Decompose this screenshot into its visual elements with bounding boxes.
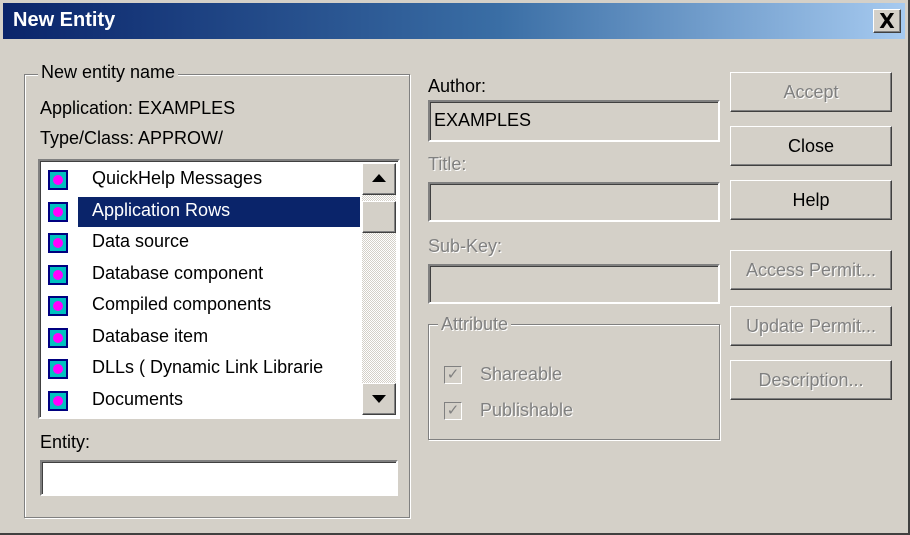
close-window-button[interactable]: X bbox=[873, 9, 901, 33]
list-item-label: Data source bbox=[92, 231, 190, 251]
access-permit-button[interactable]: Access Permit... bbox=[730, 250, 892, 290]
list-item[interactable]: QuickHelp Messages bbox=[44, 165, 360, 195]
shareable-label: Shareable bbox=[480, 364, 563, 384]
title-field[interactable] bbox=[428, 182, 720, 222]
window-title: New Entity bbox=[13, 9, 116, 31]
entity-type-icon bbox=[48, 170, 68, 190]
entity-type-icon bbox=[48, 327, 68, 348]
entity-input[interactable] bbox=[40, 460, 398, 496]
author-field-value: EXAMPLES bbox=[434, 110, 532, 130]
list-item[interactable]: Compiled components bbox=[44, 291, 360, 321]
title-bar[interactable]: New Entity X bbox=[3, 3, 905, 39]
list-item-label: QuickHelp Messages bbox=[92, 168, 263, 188]
list-item-label: Compiled components bbox=[92, 294, 272, 314]
description-button[interactable]: Description... bbox=[730, 360, 892, 400]
list-item[interactable]: Documents bbox=[44, 386, 360, 416]
list-item[interactable]: Database item bbox=[44, 323, 360, 353]
application-info: Application: EXAMPLES bbox=[40, 98, 236, 118]
new-entity-name-legend: New entity name bbox=[38, 62, 179, 83]
list-item-label: Documents bbox=[92, 388, 184, 409]
scroll-up-button[interactable] bbox=[362, 163, 396, 195]
arrow-down-icon bbox=[372, 395, 386, 403]
list-item[interactable]: DLLs ( Dynamic Link Librarie bbox=[44, 354, 360, 384]
entity-type-icon bbox=[48, 233, 68, 253]
help-button[interactable]: Help bbox=[730, 180, 892, 220]
shareable-checkbox[interactable]: ✓ bbox=[444, 366, 462, 384]
scroll-thumb[interactable] bbox=[362, 201, 396, 233]
accept-button[interactable]: Accept bbox=[730, 72, 892, 112]
entity-type-list[interactable]: QuickHelp Messages Application Rows Data s… bbox=[38, 159, 400, 419]
list-scrollbar[interactable] bbox=[362, 163, 396, 415]
list-item-label: Database component bbox=[92, 262, 264, 283]
entity-type-icon bbox=[48, 264, 68, 285]
list-item[interactable]: Data source bbox=[44, 228, 360, 258]
entity-label: Entity: bbox=[40, 432, 91, 452]
publishable-label: Publishable bbox=[480, 400, 574, 420]
list-item[interactable]: Application Rows bbox=[44, 196, 360, 227]
author-field: EXAMPLES bbox=[428, 100, 720, 142]
list-item-label: DLLs ( Dynamic Link Librarie bbox=[92, 357, 324, 377]
title-label: Title: bbox=[428, 154, 467, 174]
attribute-legend: Attribute bbox=[438, 314, 512, 335]
arrow-up-icon bbox=[372, 174, 386, 182]
close-button[interactable]: Close bbox=[730, 126, 892, 166]
publishable-checkbox[interactable]: ✓ bbox=[444, 402, 462, 420]
type-class-info: Type/Class: APPROW/ bbox=[40, 128, 224, 148]
subkey-label: Sub-Key: bbox=[428, 236, 503, 256]
entity-type-icon bbox=[48, 296, 68, 316]
entity-type-icon bbox=[48, 390, 68, 411]
new-entity-dialog: New Entity X New entity name Application… bbox=[0, 0, 910, 535]
author-label: Author: bbox=[428, 76, 487, 96]
list-item[interactable]: Database component bbox=[44, 260, 360, 290]
update-permit-button[interactable]: Update Permit... bbox=[730, 306, 892, 346]
list-item-label: Application Rows bbox=[92, 199, 231, 220]
entity-type-icon bbox=[48, 201, 68, 222]
list-item-label: Database item bbox=[92, 325, 209, 346]
attribute-group bbox=[428, 324, 720, 440]
subkey-field[interactable] bbox=[428, 264, 720, 304]
entity-type-icon bbox=[48, 359, 68, 379]
scroll-down-button[interactable] bbox=[362, 383, 396, 415]
